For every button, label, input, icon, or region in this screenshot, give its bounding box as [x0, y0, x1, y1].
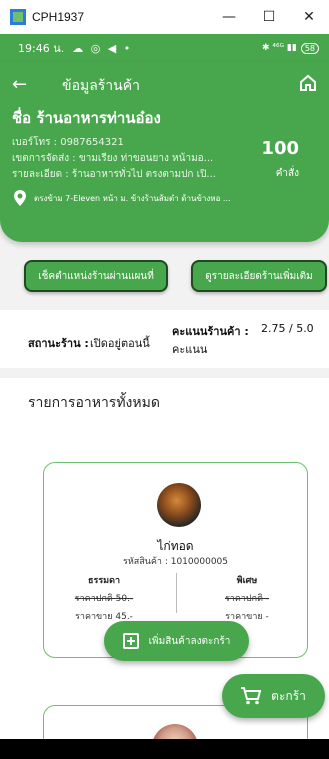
page-title: ข้อมูลร้านค้า	[62, 78, 140, 94]
food-code: รหัสสินค้า : 1010000005	[123, 557, 228, 567]
shop-delivery-zone: เขตการจัดส่ง : ขามเรียง ท่าขอนยาง หน้ามอ…	[12, 153, 214, 164]
minimize-button[interactable]: —	[209, 0, 249, 34]
order-count: 100	[261, 138, 299, 159]
android-nav-bar: ☰ ▢ ◁	[0, 739, 329, 759]
shop-address: ตรงข้าม 7-Eleven หน้า ม. ข้างร้านส้มตำ ด…	[34, 194, 231, 203]
shop-name-value: ร้านอาหารท่านอ๋อง	[36, 109, 161, 127]
special-title: พิเศษ	[236, 576, 258, 586]
location-pin-icon	[14, 190, 26, 206]
add-to-cart-button[interactable]: เพิ่มสินค้าลงตะกร้า	[104, 621, 249, 661]
cart-button[interactable]: ตะกร้า	[222, 674, 325, 718]
cart-label: ตะกร้า	[271, 688, 306, 703]
battery-icon: 58	[300, 42, 319, 54]
food-list-title: รายการอาหารทั้งหมด	[28, 395, 160, 411]
add-to-cart-label: เพิ่มสินค้าลงตะกร้า	[148, 635, 231, 647]
home-icon[interactable]	[299, 74, 317, 92]
phone-screen: 19:46 น. ☁ ◎ ◀ • ✱ ⁴⁶ᴳ ▮▮ 58 ← ข้อมูลร้า…	[0, 34, 329, 759]
shop-detail: รายละเอียด : ร้านอาหารทั่วไป ตรงตามปก เป…	[12, 169, 216, 180]
more-details-button[interactable]: ดูรายละเอียดร้านเพิ่มเติม	[191, 260, 327, 292]
window-title: CPH1937	[32, 10, 85, 24]
store-status-label: สถานะร้าน :	[28, 337, 89, 350]
maximize-button[interactable]: ☐	[249, 0, 289, 34]
store-header: ← ข้อมูลร้านค้า ชื่อ ร้านอาหารท่านอ๋อง เ…	[0, 62, 329, 242]
normal-price-column: ธรรมดา ราคาปกติ 50.- ราคาขาย 45.-	[54, 573, 154, 623]
food-card[interactable]: ไก่ทอด รหัสสินค้า : 1010000005 ธรรมดา รา…	[43, 462, 308, 661]
special-price-column: พิเศษ ราคาปกติ - ราคาขาย -	[197, 573, 297, 623]
shop-phone: เบอร์โทร : 0987654321	[12, 137, 124, 148]
store-score-value: 2.75 / 5.0	[261, 322, 314, 335]
signal-icons: ✱ ⁴⁶ᴳ ▮▮	[262, 43, 297, 53]
price-divider	[176, 573, 177, 613]
store-score-label: คะแนนร้านค้า :	[172, 325, 249, 338]
special-original-price: ราคาปกติ -	[224, 594, 270, 604]
close-button[interactable]: ✕	[289, 0, 329, 34]
store-status-row: สถานะร้าน : เปิดอยู่ตอนนี้ คะแนนร้านค้า …	[0, 310, 329, 368]
status-bar: 19:46 น. ☁ ◎ ◀ • ✱ ⁴⁶ᴳ ▮▮ 58	[0, 34, 329, 62]
window-titlebar: CPH1937 — ☐ ✕	[0, 0, 329, 34]
status-time: 19:46 น.	[18, 42, 65, 55]
add-box-icon	[122, 633, 139, 649]
shop-name-label: ชื่อ	[12, 109, 32, 127]
app-icon	[10, 9, 26, 25]
normal-original-price: ราคาปกติ 50.-	[74, 594, 134, 604]
notification-icons: ☁ ◎ ◀ •	[72, 41, 133, 55]
order-count-label: คำสั่ง	[275, 168, 299, 179]
store-status-value: เปิดอยู่ตอนนี้	[90, 337, 150, 350]
check-map-button[interactable]: เช็คตำแหน่งร้านผ่านแผนที่	[24, 260, 168, 292]
normal-title: ธรรมดา	[88, 576, 120, 586]
food-image	[157, 483, 201, 527]
shop-name: ชื่อ ร้านอาหารท่านอ๋อง	[12, 106, 161, 130]
cart-icon	[241, 687, 262, 705]
store-score-unit: คะแนน	[172, 343, 208, 356]
back-arrow-icon[interactable]: ←	[12, 74, 27, 95]
